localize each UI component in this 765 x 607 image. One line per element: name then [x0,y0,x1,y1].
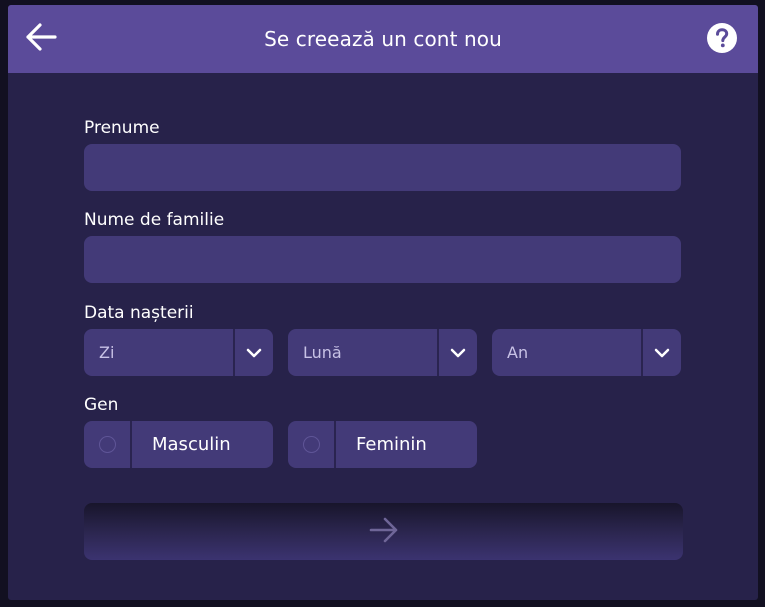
radio-button[interactable] [288,421,334,468]
gender-option-label: Masculin [152,434,231,455]
chevron-down-icon[interactable] [439,329,477,376]
help-button[interactable] [706,22,738,54]
radio-button[interactable] [84,421,130,468]
back-button[interactable] [22,20,60,58]
radio-circle-icon [98,436,116,453]
birth-date-label: Data nașterii [84,303,194,323]
gender-option-label: Feminin [356,434,427,455]
chevron-down-icon[interactable] [643,329,681,376]
day-select-value: Zi [99,343,115,362]
title-bar: Se creează un cont nou [8,5,758,73]
gender-option-male[interactable]: Masculin [84,421,273,468]
last-name-label: Nume de familie [84,210,225,230]
year-select[interactable]: An [492,329,681,376]
next-button[interactable] [84,503,683,560]
arrow-left-icon [24,22,58,56]
month-select[interactable]: Lună [288,329,477,376]
arrow-right-icon [369,517,399,547]
last-name-field[interactable] [84,236,681,283]
first-name-label: Prenume [84,118,160,138]
first-name-field[interactable] [84,144,681,191]
signup-window: Se creează un cont nou Prenume Nume de f… [8,5,758,600]
day-select[interactable]: Zi [84,329,273,376]
year-select-value: An [507,343,529,362]
question-circle-icon [706,23,738,58]
gender-label: Gen [84,395,119,415]
radio-circle-icon [302,436,320,453]
month-select-value: Lună [303,343,342,362]
chevron-down-icon[interactable] [235,329,273,376]
page-title: Se creează un cont nou [264,27,502,51]
gender-option-female[interactable]: Feminin [288,421,477,468]
